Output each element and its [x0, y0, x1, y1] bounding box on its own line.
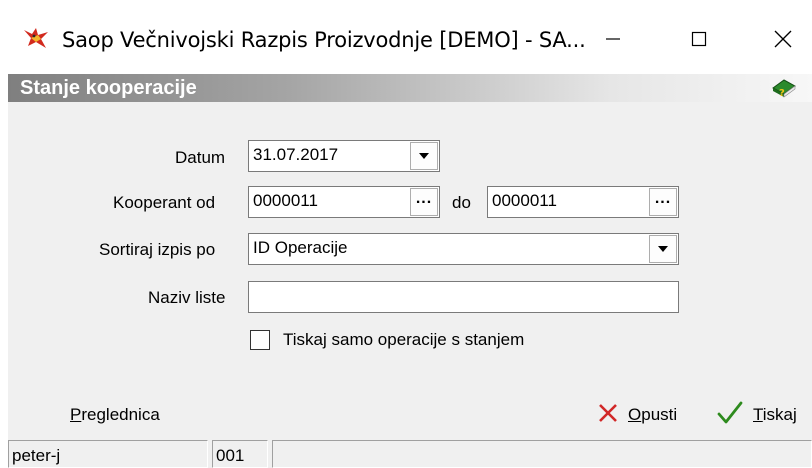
- status-code: 001: [212, 440, 268, 468]
- checkmark-icon: [717, 400, 743, 431]
- kooperant-from-value: 0000011: [253, 191, 318, 210]
- status-user: peter-j: [8, 440, 208, 468]
- status-user-text: peter-j: [12, 446, 61, 465]
- sort-label: Sortiraj izpis po: [99, 240, 216, 259]
- naziv-label: Naziv liste: [148, 288, 226, 307]
- section-header: Stanje kooperacije ?: [8, 74, 812, 102]
- status-extra: [272, 440, 812, 468]
- window-title: Saop Večnivojski Razpis Proizvodnje [DEM…: [62, 28, 586, 52]
- print-button[interactable]: Tiskaj: [717, 400, 809, 430]
- close-icon: [774, 30, 792, 48]
- page-title: Stanje kooperacije: [20, 77, 197, 99]
- kooperant-to-label: do: [452, 193, 471, 212]
- maximize-icon: [691, 31, 707, 47]
- sort-value: ID Operacije: [253, 238, 348, 257]
- naziv-field[interactable]: [248, 281, 679, 313]
- ellipsis-icon: ...: [415, 190, 433, 207]
- status-code-text: 001: [216, 446, 245, 465]
- status-bar: peter-j 001: [8, 438, 812, 468]
- stanje-checkbox-label[interactable]: Tiskaj samo operacije s stanjem: [283, 330, 524, 350]
- datum-value: 31.07.2017: [253, 145, 339, 164]
- sort-select[interactable]: ID Operacije: [248, 233, 679, 265]
- preglednica-button[interactable]: Preglednica: [70, 405, 160, 425]
- chevron-down-icon: [419, 153, 429, 159]
- minimize-icon: [605, 31, 621, 47]
- help-book-icon[interactable]: ?: [770, 74, 798, 100]
- print-label: Tiskaj: [753, 405, 797, 424]
- ellipsis-icon: ...: [654, 190, 672, 207]
- close-button[interactable]: [760, 16, 806, 62]
- close-x-icon: [597, 402, 619, 429]
- cancel-label: Opusti: [628, 405, 678, 424]
- stanje-checkbox[interactable]: [250, 330, 270, 350]
- window-titlebar[interactable]: Saop Večnivojski Razpis Proizvodnje [DEM…: [0, 0, 812, 74]
- chevron-down-icon: [658, 246, 668, 252]
- maximize-button[interactable]: [676, 16, 722, 62]
- kooperant-from-label: Kooperant od: [113, 193, 216, 212]
- datum-label: Datum: [175, 148, 226, 167]
- kooperant-to-value: 0000011: [492, 191, 557, 210]
- kooperant-from-browse-button[interactable]: ...: [410, 188, 438, 216]
- sort-dropdown-button[interactable]: [649, 235, 677, 263]
- kooperant-to-browse-button[interactable]: ...: [649, 188, 677, 216]
- cancel-button[interactable]: Opusti: [597, 400, 691, 430]
- datum-dropdown-button[interactable]: [410, 142, 438, 170]
- svg-text:?: ?: [779, 88, 785, 99]
- minimize-button[interactable]: [590, 16, 636, 62]
- saop-bird-logo-icon: [22, 26, 50, 50]
